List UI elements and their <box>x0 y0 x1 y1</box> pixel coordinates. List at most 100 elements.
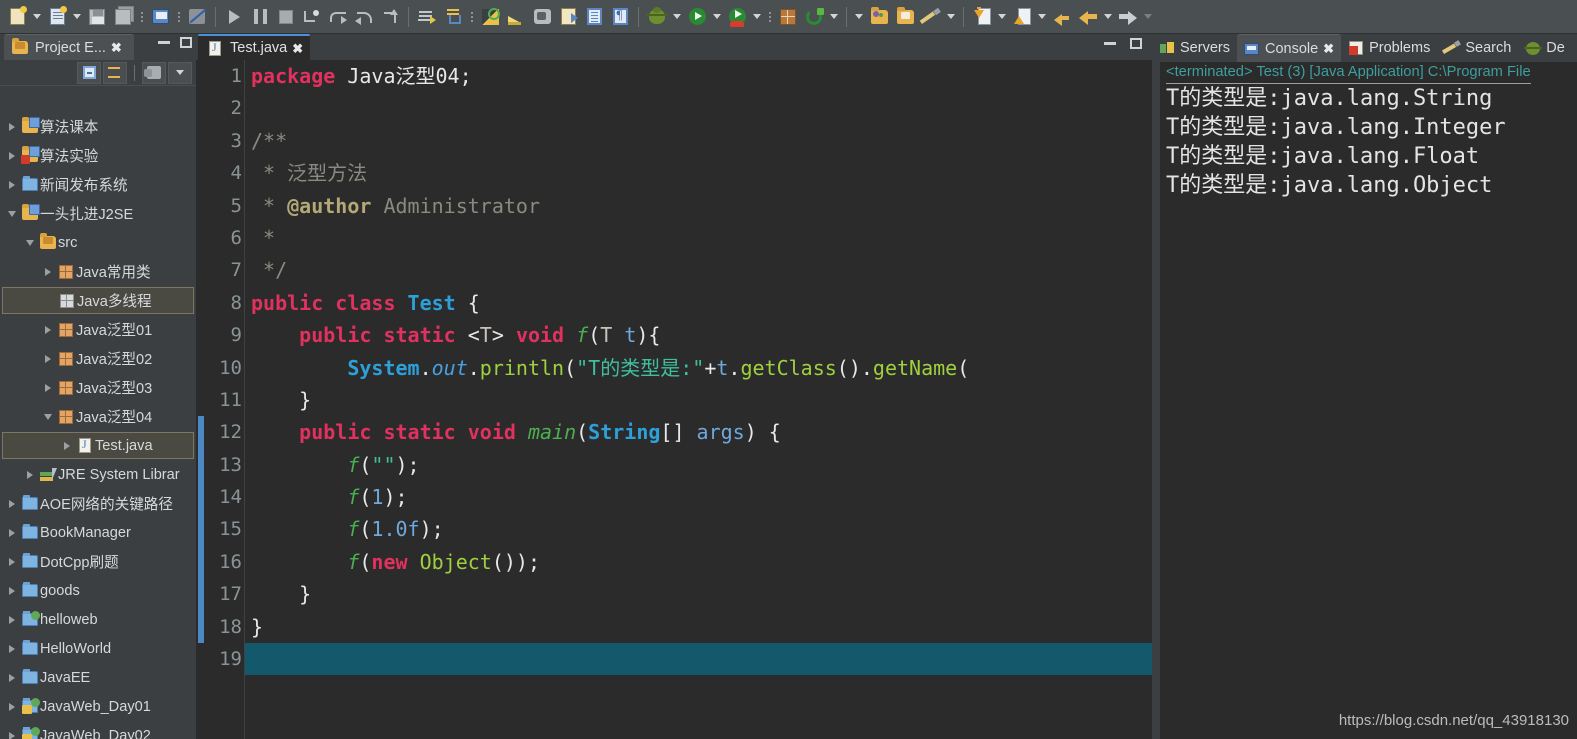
step-return-icon[interactable] <box>351 5 377 29</box>
new-window-icon[interactable] <box>775 5 801 29</box>
dropdown-caret-icon[interactable] <box>852 5 866 29</box>
dropdown-caret-icon[interactable] <box>995 5 1009 29</box>
twisty-collapsed-icon[interactable] <box>4 644 20 653</box>
code-line-18[interactable]: } <box>245 611 1152 643</box>
dropdown-caret-icon[interactable] <box>944 5 958 29</box>
twisty-collapsed-icon[interactable] <box>4 151 20 160</box>
search-type-icon[interactable] <box>477 5 503 29</box>
tree-item-15[interactable]: DotCpp刷题 <box>0 547 196 576</box>
tree-item-18[interactable]: HelloWorld <box>0 634 196 663</box>
twisty-collapsed-icon[interactable] <box>4 702 20 711</box>
code-line-19[interactable] <box>245 643 1152 676</box>
code-line-3[interactable]: /** <box>245 125 1152 157</box>
view-menu-caret-icon[interactable] <box>168 61 192 84</box>
brush-icon[interactable] <box>503 5 529 29</box>
debug-suspend-icon[interactable] <box>247 5 273 29</box>
dropdown-caret-icon[interactable] <box>750 5 764 29</box>
console-output-area[interactable]: <terminated> Test (3) [Java Application]… <box>1152 62 1577 739</box>
dropdown-caret-icon[interactable] <box>1101 5 1115 29</box>
dropdown-caret-icon[interactable] <box>30 5 44 29</box>
new-project-icon[interactable] <box>44 5 70 29</box>
download-icon[interactable] <box>969 5 995 29</box>
twisty-collapsed-icon[interactable] <box>4 615 20 624</box>
dropdown-caret-icon[interactable] <box>70 5 84 29</box>
twisty-collapsed-icon[interactable] <box>4 499 20 508</box>
tree-item-12[interactable]: JRE System Librar <box>0 460 196 489</box>
save-icon[interactable] <box>84 5 110 29</box>
minimize-icon[interactable] <box>1104 42 1116 45</box>
tree-item-9[interactable]: Java泛型03 <box>0 373 196 402</box>
twisty-collapsed-icon[interactable] <box>59 441 75 450</box>
coffee-icon[interactable] <box>529 5 555 29</box>
project-tree[interactable]: 算法课本 算法实验 新闻发布系统 一头扎进J2SE src Java常用类 Java多线程 J… <box>0 112 196 739</box>
twisty-collapsed-icon[interactable] <box>40 325 56 334</box>
extract-icon[interactable] <box>555 5 581 29</box>
tree-item-0[interactable]: 算法课本 <box>0 112 196 141</box>
step-into-icon[interactable] <box>299 5 325 29</box>
next-annotation-icon[interactable] <box>414 5 440 29</box>
back-icon[interactable] <box>1075 5 1101 29</box>
code-line-4[interactable]: * 泛型方法 <box>245 157 1152 189</box>
close-icon[interactable]: ✖ <box>292 42 303 55</box>
skip-breakpoints-icon[interactable] <box>440 5 466 29</box>
twisty-collapsed-icon[interactable] <box>4 528 20 537</box>
upload-icon[interactable] <box>1009 5 1035 29</box>
tree-item-4[interactable]: src <box>0 228 196 257</box>
tree-item-20[interactable]: JavaWeb_Day01 <box>0 692 196 721</box>
code-line-17[interactable]: } <box>245 578 1152 610</box>
twisty-collapsed-icon[interactable] <box>4 122 20 131</box>
code-line-5[interactable]: * @author Administrator <box>245 190 1152 222</box>
collapse-all-icon[interactable] <box>77 61 101 84</box>
tab-console[interactable]: Console ✖ <box>1236 34 1342 62</box>
save-all-icon[interactable] <box>110 5 136 29</box>
tree-item-1[interactable]: 算法实验 <box>0 141 196 170</box>
tree-item-10[interactable]: Java泛型04 <box>0 402 196 431</box>
folder-plain-icon[interactable] <box>892 5 918 29</box>
twisty-collapsed-icon[interactable] <box>4 180 20 189</box>
back-small-icon[interactable] <box>1049 5 1075 29</box>
tab-search[interactable]: Search <box>1437 34 1518 62</box>
twisty-collapsed-icon[interactable] <box>4 673 20 682</box>
tree-item-3[interactable]: 一头扎进J2SE <box>0 199 196 228</box>
code-line-2[interactable] <box>245 92 1152 124</box>
twisty-expanded-icon[interactable] <box>4 210 20 217</box>
toggle-no-write-icon[interactable] <box>184 5 210 29</box>
print-icon[interactable] <box>147 5 173 29</box>
new-file-icon[interactable] <box>4 5 30 29</box>
tree-item-2[interactable]: 新闻发布系统 <box>0 170 196 199</box>
debug-resume-icon[interactable] <box>221 5 247 29</box>
forward-icon[interactable] <box>1115 5 1141 29</box>
dropdown-caret-dim-icon[interactable] <box>1141 5 1155 29</box>
run-icon[interactable] <box>684 5 710 29</box>
code-line-9[interactable]: public static <T> void f(T t){ <box>245 319 1152 351</box>
tab-servers[interactable]: Servers <box>1152 34 1237 62</box>
tree-item-11[interactable]: Test.java <box>2 432 194 459</box>
tree-item-6[interactable]: Java多线程 <box>2 287 194 314</box>
outline-icon[interactable] <box>581 5 607 29</box>
code-text-area[interactable]: package Java泛型04; /** * 泛型方法 * @author A… <box>245 60 1152 739</box>
refresh-icon[interactable] <box>801 5 827 29</box>
debug-terminate-icon[interactable] <box>273 5 299 29</box>
twisty-expanded-icon[interactable] <box>22 239 38 246</box>
dropdown-caret-icon[interactable] <box>827 5 841 29</box>
debug-bug-icon[interactable] <box>644 5 670 29</box>
twisty-collapsed-icon[interactable] <box>4 586 20 595</box>
twisty-collapsed-icon[interactable] <box>4 731 20 739</box>
step-resume-icon[interactable] <box>377 5 403 29</box>
tree-item-8[interactable]: Java泛型02 <box>0 344 196 373</box>
minimize-icon[interactable] <box>158 41 170 44</box>
tree-item-14[interactable]: BookManager <box>0 518 196 547</box>
twisty-collapsed-icon[interactable] <box>40 267 56 276</box>
code-line-7[interactable]: */ <box>245 254 1152 286</box>
tree-item-16[interactable]: goods <box>0 576 196 605</box>
tree-item-19[interactable]: JavaEE <box>0 663 196 692</box>
twisty-collapsed-icon[interactable] <box>22 470 38 479</box>
code-line-16[interactable]: f(new Object()); <box>245 546 1152 578</box>
dropdown-caret-icon[interactable] <box>670 5 684 29</box>
tab-test-java[interactable]: Test.java ✖ <box>198 34 311 60</box>
folder-open-icon[interactable] <box>866 5 892 29</box>
code-line-15[interactable]: f(1.0f); <box>245 513 1152 545</box>
tree-item-7[interactable]: Java泛型01 <box>0 315 196 344</box>
tree-item-5[interactable]: Java常用类 <box>0 257 196 286</box>
code-line-1[interactable]: package Java泛型04; <box>245 60 1152 92</box>
